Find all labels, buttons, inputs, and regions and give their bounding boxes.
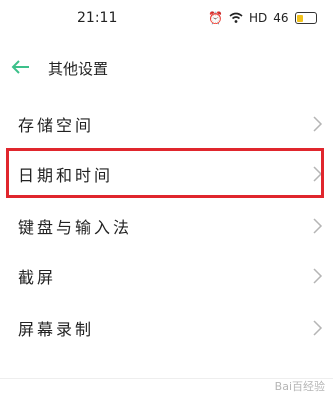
menu-item-label: 键盘与输入法 xyxy=(18,218,133,237)
wifi-icon xyxy=(229,12,243,23)
menu-item-storage[interactable]: 存储空间 xyxy=(0,98,333,150)
cellular-signal-icon: 46 xyxy=(273,11,289,25)
highlight-annotation xyxy=(6,148,324,198)
battery-level xyxy=(297,14,303,22)
menu-item-keyboard-input[interactable]: 键盘与输入法 xyxy=(0,200,333,252)
battery-icon xyxy=(294,12,317,24)
menu-item-screen-recording[interactable]: 屏幕录制 xyxy=(0,302,333,354)
chevron-right-icon xyxy=(313,320,323,336)
page-title: 其他设置 xyxy=(48,60,109,78)
chevron-right-icon xyxy=(313,268,323,284)
menu-item-label: 屏幕录制 xyxy=(18,320,95,339)
status-icons: ⏰ HD 46 xyxy=(208,10,317,26)
hd-signal-icon: HD xyxy=(248,11,268,25)
header: 其他设置 xyxy=(0,52,333,86)
status-bar: 21:11 ⏰ HD 46 xyxy=(0,0,333,38)
alarm-icon: ⏰ xyxy=(208,11,223,25)
arrow-left-icon[interactable] xyxy=(10,56,32,78)
chevron-right-icon xyxy=(313,116,323,132)
watermark: Bai百经验 xyxy=(274,380,325,393)
chevron-right-icon xyxy=(313,218,323,234)
menu-item-label: 截屏 xyxy=(18,268,57,287)
menu-item-screenshot[interactable]: 截屏 xyxy=(0,250,333,302)
status-time: 21:11 xyxy=(77,10,118,26)
menu-item-label: 存储空间 xyxy=(18,116,95,135)
